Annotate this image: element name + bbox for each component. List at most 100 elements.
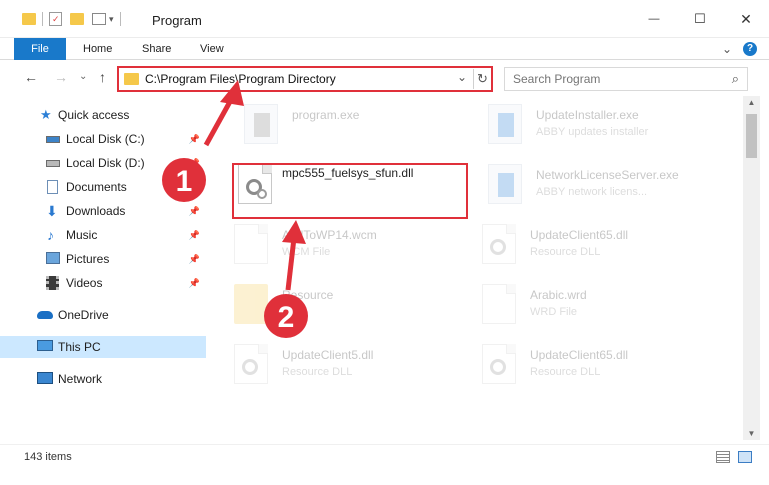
sidebar-item-label: OneDrive xyxy=(58,308,109,322)
folder-icon xyxy=(124,73,139,85)
music-icon: ♪ xyxy=(47,227,54,243)
back-button[interactable]: ← xyxy=(24,69,38,85)
ribbon: File Home Share View ⌄ ? xyxy=(0,38,769,60)
pin-icon[interactable]: 📌 xyxy=(189,152,200,174)
new-folder-icon[interactable] xyxy=(70,13,84,25)
file-item[interactable]: UpdateClient65.dll Resource DLL xyxy=(478,220,718,272)
file-name: AddToWP14.wcm xyxy=(282,228,377,242)
file-item[interactable]: UpdateClient5.dll Resource DLL xyxy=(230,340,470,392)
maximize-icon: ☐ xyxy=(694,11,706,26)
sidebar-item-label: Quick access xyxy=(58,108,130,122)
videos-icon xyxy=(46,276,59,290)
address-bar[interactable]: C:\Program Files\Program Directory ⌄ ↻ xyxy=(117,66,493,92)
file-item[interactable]: UpdateClient65.dll Resource DLL xyxy=(478,340,718,392)
documents-icon xyxy=(47,180,58,194)
pin-icon[interactable]: 📌 xyxy=(189,248,200,270)
file-item[interactable]: UpdateInstaller.exe ABBY updates install… xyxy=(484,100,724,152)
sidebar-item-network[interactable]: Network xyxy=(0,368,206,390)
separator xyxy=(42,12,43,26)
sidebar-item-pictures[interactable]: Pictures 📌 xyxy=(0,248,206,270)
separator xyxy=(119,12,121,26)
window-title: Program xyxy=(152,13,202,28)
chevron-down-icon[interactable]: ⌄ xyxy=(457,70,467,84)
sidebar-item-downloads[interactable]: ⬇ Downloads 📌 xyxy=(0,200,206,222)
navigation-pane: ★ Quick access Local Disk (C:) 📌 Local D… xyxy=(0,96,208,440)
recent-locations-button[interactable]: ⌄ xyxy=(79,71,87,82)
sidebar-item-local-disk-d[interactable]: Local Disk (D:) 📌 xyxy=(0,152,206,174)
sidebar-item-label: Downloads xyxy=(66,204,126,218)
expand-ribbon-icon[interactable]: ⌄ xyxy=(722,38,732,60)
sidebar-item-onedrive[interactable]: OneDrive xyxy=(0,304,206,326)
file-name: UpdateClient65.dll xyxy=(530,348,629,362)
sidebar-item-quick-access[interactable]: ★ Quick access xyxy=(0,104,206,126)
address-path[interactable]: C:\Program Files\Program Directory xyxy=(145,72,336,86)
scroll-down-icon[interactable]: ▼ xyxy=(743,429,760,438)
refresh-button[interactable]: ↻ xyxy=(473,69,491,89)
address-row: ← → ⌄ ↑ C:\Program Files\Program Directo… xyxy=(0,61,769,95)
forward-button[interactable]: → xyxy=(54,69,68,85)
document-file-icon xyxy=(234,224,268,264)
drive-icon xyxy=(46,136,60,143)
file-description: WRD File xyxy=(530,306,578,318)
file-item[interactable]: Resource xyxy=(230,280,470,332)
tab-file[interactable]: File xyxy=(14,38,66,60)
tab-view[interactable]: View xyxy=(200,38,224,60)
properties-icon[interactable]: ✓ xyxy=(49,12,62,26)
tab-home[interactable]: Home xyxy=(83,38,112,60)
chevron-down-icon[interactable]: ▾ xyxy=(109,14,114,25)
file-name: program.exe xyxy=(292,108,360,122)
file-description: Resource DLL xyxy=(530,366,601,378)
pin-icon[interactable]: 📌 xyxy=(189,176,200,198)
dll-file-icon xyxy=(234,344,268,384)
file-name: UpdateClient65.dll xyxy=(530,228,629,242)
customize-toolbar-icon[interactable] xyxy=(92,13,106,25)
sidebar-item-this-pc[interactable]: This PC xyxy=(0,336,206,358)
dll-file-icon xyxy=(482,224,516,264)
star-icon: ★ xyxy=(40,107,52,122)
sidebar-item-label: Videos xyxy=(66,276,103,290)
sidebar-item-music[interactable]: ♪ Music 📌 xyxy=(0,224,206,246)
pin-icon[interactable]: 📌 xyxy=(189,200,200,222)
sidebar-item-label: Documents xyxy=(66,180,127,194)
large-icons-view-icon[interactable] xyxy=(738,451,752,463)
download-icon: ⬇ xyxy=(46,203,58,219)
sidebar-item-label: This PC xyxy=(58,340,101,354)
file-list: program.exe UpdateInstaller.exe ABBY upd… xyxy=(208,96,743,440)
maximize-button[interactable]: ☐ xyxy=(677,0,723,38)
file-name: Arabic.wrd xyxy=(530,288,587,302)
file-item[interactable]: program.exe xyxy=(240,100,480,152)
search-icon[interactable]: ⌕ xyxy=(732,71,739,87)
file-description: ABBY network licens... xyxy=(536,186,648,198)
quick-access-toolbar: ✓ ▾ xyxy=(22,10,127,28)
file-description: Resource DLL xyxy=(530,246,601,258)
close-button[interactable]: ✕ xyxy=(723,0,769,38)
exe-file-icon xyxy=(488,164,522,204)
file-description: ABBY updates installer xyxy=(536,126,649,138)
up-button[interactable]: ↑ xyxy=(99,69,106,85)
cloud-icon xyxy=(37,311,53,319)
file-item[interactable]: AddToWP14.wcm WCM File xyxy=(230,220,470,272)
search-box[interactable]: ⌕ xyxy=(504,67,748,91)
status-bar: 143 items xyxy=(0,444,769,468)
help-icon[interactable]: ? xyxy=(743,42,757,56)
pin-icon[interactable]: 📌 xyxy=(189,272,200,294)
sidebar-item-videos[interactable]: Videos 📌 xyxy=(0,272,206,294)
title-bar: ✓ ▾ Program — ☐ ✕ xyxy=(0,0,769,38)
sidebar-item-local-disk-c[interactable]: Local Disk (C:) 📌 xyxy=(0,128,206,150)
file-item[interactable]: NetworkLicenseServer.exe ABBY network li… xyxy=(484,160,724,212)
minimize-button[interactable]: — xyxy=(631,0,677,38)
folder-icon[interactable] xyxy=(22,13,36,25)
scrollbar-thumb[interactable] xyxy=(746,114,757,158)
pin-icon[interactable]: 📌 xyxy=(189,224,200,246)
sidebar-item-documents[interactable]: Documents 📌 xyxy=(0,176,206,198)
file-item[interactable]: Arabic.wrd WRD File xyxy=(478,280,718,332)
scroll-up-icon[interactable]: ▲ xyxy=(743,98,760,107)
details-view-icon[interactable] xyxy=(716,451,730,463)
search-input[interactable] xyxy=(505,68,715,90)
tab-share[interactable]: Share xyxy=(142,38,171,60)
pin-icon[interactable]: 📌 xyxy=(189,128,200,150)
drive-icon xyxy=(46,160,60,167)
vertical-scrollbar[interactable]: ▲ ▼ xyxy=(743,96,760,440)
close-icon: ✕ xyxy=(740,10,752,27)
sidebar-item-label: Music xyxy=(66,228,98,242)
